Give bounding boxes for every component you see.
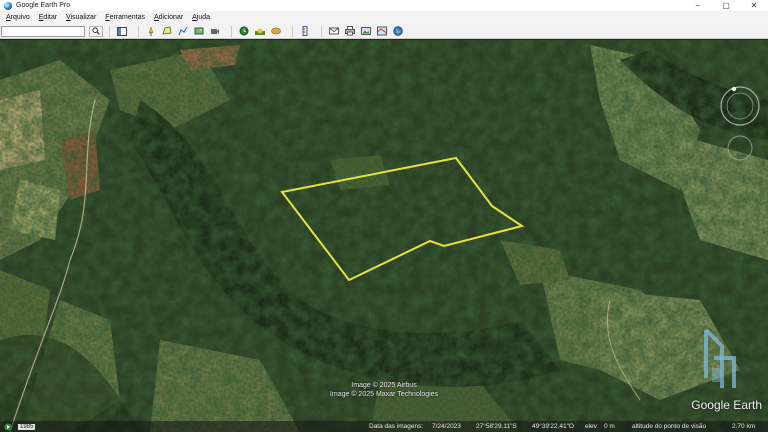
- search-button[interactable]: [89, 25, 103, 37]
- planet-icon: [271, 27, 281, 35]
- save-image-button[interactable]: [360, 26, 372, 37]
- google-earth-web-button[interactable]: [392, 26, 404, 37]
- record-tour-button[interactable]: [209, 26, 221, 37]
- toolbar-separator: [109, 25, 110, 37]
- add-polygon-button[interactable]: [161, 26, 173, 37]
- globe-icon: [393, 26, 403, 36]
- placemark-icon: [148, 26, 154, 36]
- print-button[interactable]: [344, 26, 356, 37]
- toolbar-separator: [138, 25, 139, 37]
- switch-planet-button[interactable]: [270, 26, 282, 37]
- latitude-value: 27°58'29.11"S: [476, 423, 517, 430]
- add-path-button[interactable]: [177, 26, 189, 37]
- ruler-icon: [302, 26, 308, 36]
- historical-year-badge[interactable]: 1985: [18, 423, 36, 430]
- pan-control-icon[interactable]: [727, 135, 753, 161]
- satellite-imagery[interactable]: [0, 40, 768, 432]
- menu-arquivo[interactable]: Arquivo: [6, 14, 30, 21]
- toolbar-separator: [231, 25, 232, 37]
- map-view[interactable]: [0, 40, 768, 432]
- menu-editar[interactable]: Editar: [39, 14, 57, 21]
- historical-imagery-button[interactable]: [238, 26, 250, 37]
- polygon-icon: [162, 26, 172, 35]
- title-bar: Google Earth Pro – ▢ ✕: [0, 0, 768, 11]
- menu-visualizar[interactable]: Visualizar: [66, 14, 96, 21]
- record-tour-icon: [211, 29, 219, 34]
- longitude-value: 49°39'22.41"O: [532, 423, 574, 430]
- sun-icon: [255, 28, 265, 35]
- imagery-attribution-airbus: Image © 2025 Airbus: [351, 382, 417, 389]
- close-button[interactable]: ✕: [740, 0, 768, 11]
- eye-altitude-label: altitude do ponto de visão: [632, 423, 707, 430]
- window-controls: – ▢ ✕: [684, 0, 768, 11]
- image-overlay-icon: [194, 27, 204, 35]
- toolbar-separator: [292, 25, 293, 37]
- sidebar-toggle-button[interactable]: [116, 26, 128, 37]
- menu-ajuda[interactable]: Ajuda: [192, 14, 210, 21]
- add-image-overlay-button[interactable]: [193, 26, 205, 37]
- toolbar: [0, 24, 768, 39]
- search-icon: [92, 27, 100, 35]
- print-icon: [345, 26, 355, 36]
- save-image-icon: [361, 27, 371, 35]
- google-earth-app-icon: [4, 1, 12, 10]
- tour-guide-icon[interactable]: [4, 423, 12, 431]
- path-icon: [178, 26, 188, 36]
- email-button[interactable]: [328, 26, 340, 37]
- email-icon: [329, 27, 339, 35]
- maximize-button[interactable]: ▢: [712, 0, 740, 11]
- elevation-value: 0 m: [604, 423, 615, 430]
- menu-ferramentas[interactable]: Ferramentas: [105, 14, 145, 21]
- maps-button[interactable]: [376, 26, 388, 37]
- elevation-label: elev: [585, 423, 597, 430]
- ruler-button[interactable]: [299, 26, 311, 37]
- maps-icon: [377, 26, 387, 36]
- menu-adicionar[interactable]: Adicionar: [154, 14, 183, 21]
- window-title: Google Earth Pro: [16, 2, 71, 9]
- minimize-button[interactable]: –: [684, 0, 712, 11]
- north-indicator-icon[interactable]: [731, 86, 737, 92]
- clock-icon: [239, 26, 249, 36]
- imagery-attribution-maxar: Image © 2025 Maxar Technologies: [329, 391, 439, 398]
- add-placemark-button[interactable]: [145, 26, 157, 37]
- toolbar-separator: [321, 25, 322, 37]
- eye-altitude-value: 2.70 km: [732, 423, 756, 430]
- search-input[interactable]: [1, 25, 85, 37]
- imagery-date-label: Data das imagens:: [369, 423, 424, 430]
- google-earth-logo-text: Google Earth: [691, 398, 762, 412]
- google-earth-logo-icon: [704, 328, 736, 388]
- menu-bar: Arquivo Editar Visualizar Ferramentas Ad…: [0, 11, 768, 24]
- sunlight-button[interactable]: [254, 26, 266, 37]
- imagery-date-value: 7/24/2023: [432, 423, 461, 430]
- sidebar-icon: [117, 26, 127, 36]
- status-bar: 1985 Data das imagens: 7/24/2023 27°58'2…: [0, 421, 768, 432]
- navigation-controls[interactable]: [718, 84, 762, 164]
